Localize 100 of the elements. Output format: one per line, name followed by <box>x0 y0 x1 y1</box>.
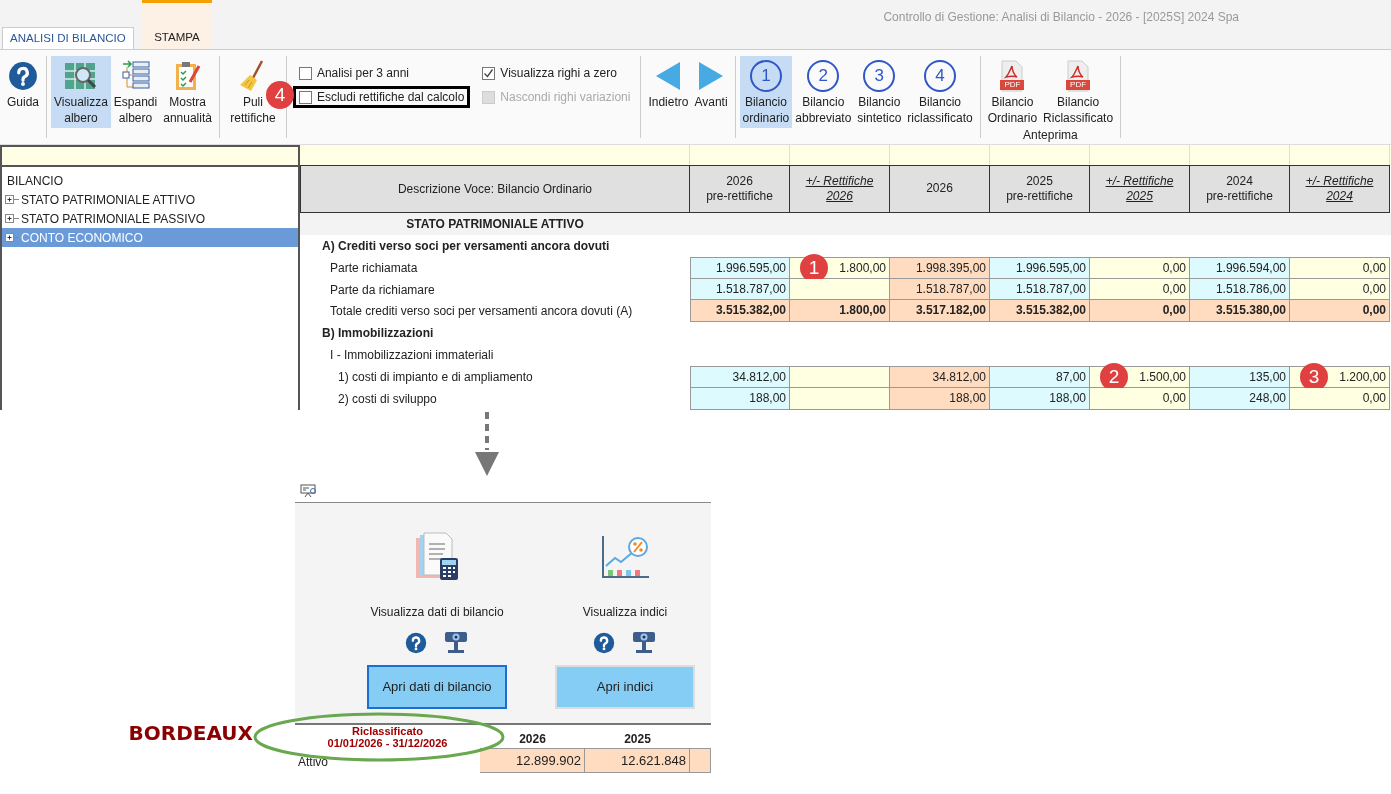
table-cell: 135,00 <box>1190 366 1290 389</box>
table-cell: 12.621.848 <box>585 748 690 773</box>
step-marker: 4 <box>265 81 294 109</box>
ribbon-button[interactable]: 3 Bilancio sintetico <box>854 56 905 128</box>
table-cell: 1.996.595,00 <box>990 256 1090 279</box>
table-cell: 3 1.200,00 <box>1290 366 1390 389</box>
expand-icon[interactable] <box>5 214 19 223</box>
table-cell: 1.518.786,00 <box>1190 278 1290 301</box>
row-label: A) Crediti verso soci per versamenti ancora dovuti <box>321 237 610 255</box>
row-label: Totale crediti verso soci per versamenti ancora dovuti (A) <box>329 303 633 321</box>
column-header: 2026 pre-rettifiche <box>690 165 790 213</box>
table-cell: 34.812,00 <box>890 366 990 389</box>
column-header: 2026 <box>518 731 547 748</box>
ribbon-button[interactable]: PDF Bilancio Ordinario <box>984 56 1041 128</box>
grid-search-icon <box>63 60 98 92</box>
ribbon-button[interactable]: Guida <box>4 56 43 112</box>
column-header: 2024 pre-rettifiche <box>1190 165 1290 213</box>
table-cell: 3.515.382,00 <box>690 300 790 323</box>
pdf-file-icon <box>999 60 1026 92</box>
expand-icon[interactable] <box>5 233 19 242</box>
table-cell: 3.515.382,00 <box>990 300 1090 323</box>
checkbox-label: Visualizza righi a zero <box>500 65 617 82</box>
annotation-label: BORDEAUX <box>128 720 253 747</box>
step-marker: 1 <box>800 253 828 282</box>
ribbon-button[interactable]: Mostra annualità <box>160 56 215 128</box>
table-cell: 1.800,00 <box>790 300 890 323</box>
ribbon-tab[interactable]: ANALISI DI BILANCIO <box>2 27 134 49</box>
table-cell: 0,00 <box>1290 388 1390 410</box>
table-cell: 0,00 <box>1090 300 1190 323</box>
tree-item[interactable]: STATO PATRIMONIALE ATTIVO <box>2 190 298 209</box>
table-cell: 0,00 <box>1090 278 1190 301</box>
section-title: STATO PATRIMONIALE ATTIVO <box>405 215 585 233</box>
table-cell: 34.812,00 <box>690 366 790 389</box>
table-cell: 0,00 <box>1290 278 1390 301</box>
table-cell: 87,00 <box>990 366 1090 389</box>
row-label: 2) costi di sviluppo <box>337 391 437 409</box>
open-button[interactable]: Apri indici <box>555 665 695 709</box>
circled-number: 4 <box>924 60 957 92</box>
presentation-board-icon[interactable] <box>300 484 318 498</box>
ribbon-button[interactable]: Avanti <box>691 56 731 112</box>
table-cell: 0,00 <box>1090 388 1190 410</box>
table-cell: 188,00 <box>990 388 1090 410</box>
checkbox-label: Escludi rettifiche dal calcolo <box>316 89 465 106</box>
checkbox[interactable] <box>298 90 312 104</box>
period-header: Riclassificato 01/01/2026 - 31/12/2026 <box>326 725 449 748</box>
open-button[interactable]: Apri dati di bilancio <box>367 665 507 709</box>
ribbon-button[interactable]: PDF Bilancio Riclassificato <box>1040 56 1117 128</box>
card-title: Visualizza dati di bilancio <box>370 604 504 621</box>
checkbox[interactable] <box>298 66 312 80</box>
column-header: +/- Rettifiche 2024 <box>1290 165 1390 213</box>
row-label: B) Immobilizzazioni <box>321 325 434 343</box>
pdf-label: PDF <box>1003 80 1022 90</box>
row-label: Attivo <box>297 754 329 771</box>
table-cell: 1.996.594,00 <box>1190 256 1290 279</box>
table-cell: 1 1.800,00 <box>790 256 890 279</box>
checkbox-label: Analisi per 3 anni <box>316 65 409 82</box>
column-header: Descrizione Voce: Bilancio Ordinario <box>300 165 690 213</box>
tree-root: BILANCIO <box>6 173 64 190</box>
row-label: Parte da richiamare <box>329 281 435 299</box>
ribbon-button[interactable]: Indietro <box>645 56 692 112</box>
checkbox[interactable] <box>482 66 496 80</box>
pdf-label: PDF <box>1069 80 1088 90</box>
table-cell: 1.996.595,00 <box>690 256 790 279</box>
table-cell: 1.518.787,00 <box>690 278 790 301</box>
table-cell: 188,00 <box>890 388 990 410</box>
window-title: Controllo di Gestione: Analisi di Bilancio - 2026 - [2025S] 2024 Spa <box>883 9 1239 26</box>
ribbon-button[interactable]: 2 Bilancio abbreviato <box>792 56 855 128</box>
right-arrow-icon[interactable] <box>697 60 725 92</box>
camera-icon <box>443 631 469 655</box>
pdf-file-icon <box>1065 60 1092 92</box>
table-cell: 12.899.902 <box>480 748 585 773</box>
checkbox-label: Nascondi righi variazioni <box>500 89 631 106</box>
table-cell: 0,00 <box>1090 256 1190 279</box>
ribbon-button[interactable]: 4 Bilancio riclassificato <box>904 56 976 128</box>
left-arrow-icon[interactable] <box>654 60 683 92</box>
help-icon <box>405 632 427 654</box>
tree-item[interactable]: STATO PATRIMONIALE PASSIVO <box>2 209 298 228</box>
expand-icon[interactable] <box>5 195 19 204</box>
table-cell: 0,00 <box>1290 256 1390 279</box>
column-header: +/- Rettifiche 2026 <box>790 165 890 213</box>
down-arrow-drawing <box>472 412 502 476</box>
row-label: 1) costi di impianto e di ampliamento <box>337 369 533 387</box>
circled-number: 1 <box>749 60 782 92</box>
ribbon-button[interactable]: 1 Bilancio ordinario <box>739 56 793 128</box>
table-cell: 248,00 <box>1190 388 1290 410</box>
camera-icon <box>631 631 657 655</box>
help-icon <box>593 632 615 654</box>
row-label: Parte richiamata <box>329 259 418 277</box>
table-cell: 0,00 <box>1290 300 1390 323</box>
table-cell: 1.518.787,00 <box>990 278 1090 301</box>
table-cell: 188,00 <box>690 388 790 410</box>
table-cell <box>690 748 711 773</box>
document-calculator-icon <box>414 532 460 582</box>
table-cell: 1.518.787,00 <box>890 278 990 301</box>
ribbon-button[interactable]: Espandi albero <box>110 56 161 128</box>
table-cell: 3.517.182,00 <box>890 300 990 323</box>
ribbon-button[interactable]: Visualizza albero <box>51 56 111 128</box>
column-header: 2025 pre-rettifiche <box>990 165 1090 213</box>
card-title: Visualizza indici <box>582 604 668 621</box>
table-cell: 1.998.395,00 <box>890 256 990 279</box>
